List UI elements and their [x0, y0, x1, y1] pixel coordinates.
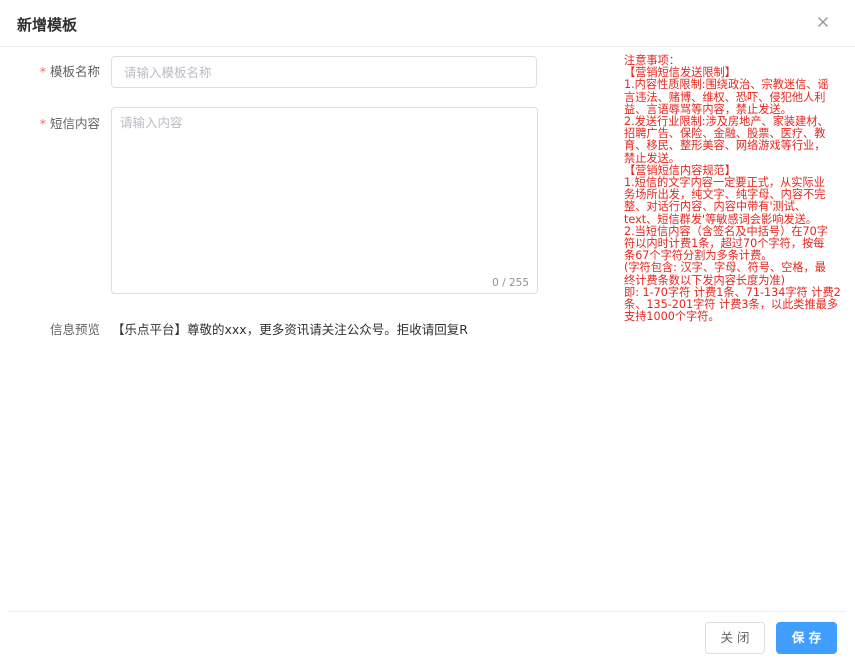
notice-line: 育、移民、整形美容、网络游戏等行业，: [624, 139, 826, 153]
notice-line: text、短信群发'等敏感词会影响发送。: [624, 212, 817, 226]
sms-content-field: 0 / 255: [111, 107, 538, 294]
required-mark: *: [39, 64, 46, 79]
dialog-title: 新增模板: [17, 16, 78, 34]
required-mark: *: [39, 116, 46, 131]
sms-content-textarea[interactable]: [112, 108, 537, 293]
notice-line: 支持1000个字符。: [624, 310, 720, 324]
preview-label: 信息预览: [49, 322, 100, 337]
notice-line: 整、对话行内容、内容中带有'测试、: [624, 200, 807, 214]
dialog-header: 新增模板: [0, 0, 855, 47]
notice-line: (字符包含: 汉字、字母、符号、空格，最: [624, 261, 826, 275]
notice-panel: 注意事项： 【营销短信发送限制】 1.内容性质限制:围绕政治、宗教迷信、谣 言违…: [624, 54, 848, 324]
preview-text: 【乐点平台】尊敬的xxx，更多资讯请关注公众号。拒收请回复R: [112, 322, 468, 337]
close-icon[interactable]: [815, 14, 831, 30]
save-button[interactable]: 保 存: [776, 622, 837, 654]
close-button[interactable]: 关 闭: [705, 622, 765, 654]
template-name-input[interactable]: [111, 56, 537, 88]
template-name-label: * 模板名称: [39, 64, 100, 79]
notice-line: 言违法、赌博、维权、恐吓、侵犯他人利: [624, 90, 826, 104]
notice-line: 禁止发送。: [624, 151, 680, 165]
footer-divider: [8, 611, 846, 612]
add-template-dialog: 新增模板 *模板名称 *短信内容 0 / 255 信息预览 【乐点平台】尊敬的x…: [0, 0, 855, 668]
char-counter: 0 / 255: [492, 277, 529, 289]
sms-content-label: * 短信内容: [39, 116, 100, 131]
notice-line: 1.内容性质限制:围绕政治、宗教迷信、谣: [624, 78, 829, 92]
